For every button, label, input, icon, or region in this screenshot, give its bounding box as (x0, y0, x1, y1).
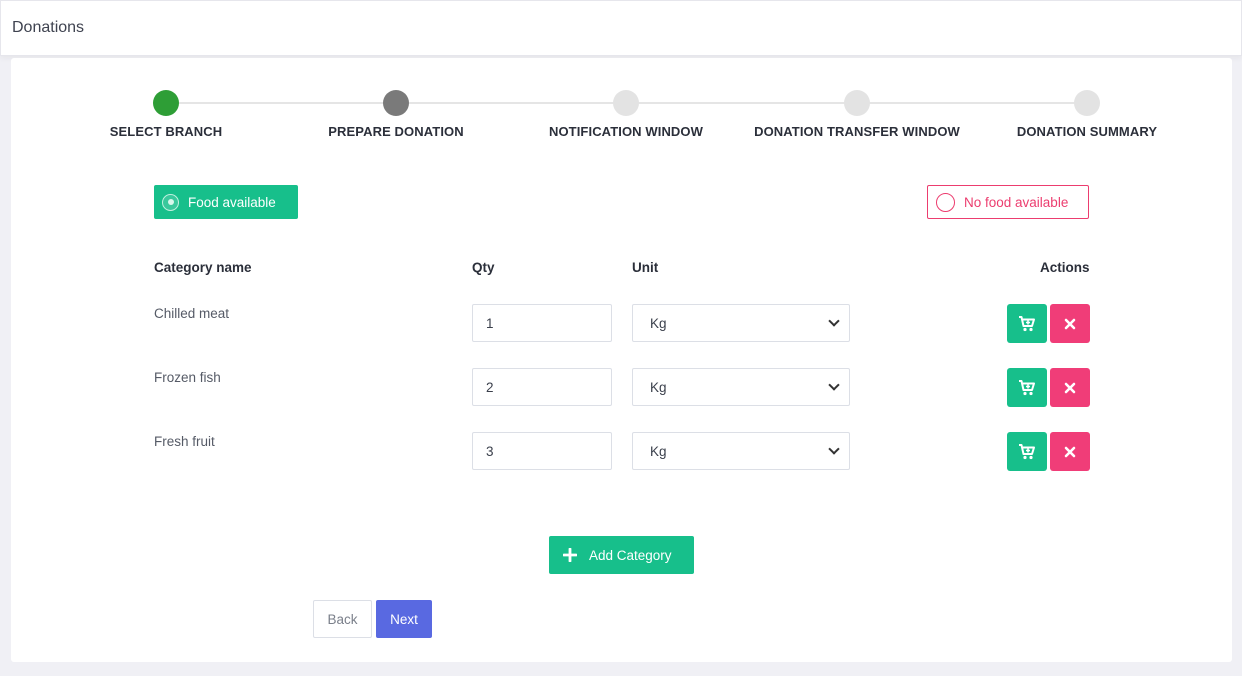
add-category-button[interactable]: Add Category (549, 536, 694, 574)
close-icon (1064, 446, 1076, 457)
step-label: DONATION TRANSFER WINDOW (754, 124, 960, 139)
step-select-branch[interactable]: SELECT BRANCH (46, 90, 286, 139)
qty-input[interactable] (472, 368, 612, 406)
step-label: PREPARE DONATION (328, 124, 464, 139)
close-icon (1064, 382, 1076, 393)
cart-plus-icon (1019, 315, 1035, 331)
unit-select-value: Kg (650, 379, 667, 395)
step-donation-transfer-window[interactable]: DONATION TRANSFER WINDOW (737, 90, 977, 139)
step-dot (153, 90, 179, 116)
page-title: Donations (12, 19, 85, 36)
unit-select[interactable]: Kg (632, 432, 850, 470)
add-category-label: Add Category (589, 547, 672, 563)
qty-input[interactable] (472, 304, 612, 342)
unit-select[interactable]: Kg (632, 304, 850, 342)
remove-row-button[interactable] (1050, 432, 1090, 471)
cart-plus-icon (1019, 379, 1035, 395)
row-category-name: Chilled meat (154, 306, 230, 321)
step-label: SELECT BRANCH (109, 124, 223, 139)
qty-input[interactable] (472, 432, 612, 470)
step-notification-window[interactable]: NOTIFICATION WINDOW (506, 90, 746, 139)
add-to-cart-button[interactable] (1007, 304, 1047, 343)
header-unit: Unit (632, 260, 659, 275)
back-button[interactable]: Back (313, 600, 372, 638)
unit-select-value: Kg (650, 315, 667, 331)
remove-row-button[interactable] (1050, 368, 1090, 407)
step-label: DONATION SUMMARY (1016, 124, 1158, 139)
header-qty: Qty (472, 260, 495, 275)
step-label: NOTIFICATION WINDOW (548, 124, 704, 139)
no-food-available-label: No food available (964, 194, 1069, 210)
close-icon (1064, 318, 1076, 329)
header-category-name: Category name (154, 260, 252, 275)
unit-select[interactable]: Kg (632, 368, 850, 406)
step-dot (1074, 90, 1100, 116)
plus-icon (563, 548, 577, 562)
step-dot (613, 90, 639, 116)
step-dot (383, 90, 409, 116)
unit-select-value: Kg (650, 443, 667, 459)
chevron-down-icon (828, 379, 840, 391)
radio-unchecked-icon (936, 192, 955, 212)
cart-plus-icon (1019, 443, 1035, 459)
chevron-down-icon (828, 443, 840, 455)
row-category-name: Frozen fish (154, 370, 221, 385)
next-button[interactable]: Next (376, 600, 432, 638)
radio-checked-icon (162, 193, 179, 211)
step-dot (844, 90, 870, 116)
donation-card: SELECT BRANCH PREPARE DONATION NOTIFICAT… (11, 58, 1232, 662)
no-food-available-radio[interactable]: No food available (927, 185, 1089, 219)
add-to-cart-button[interactable] (1007, 368, 1047, 407)
remove-row-button[interactable] (1050, 304, 1090, 343)
top-bar: Donations (0, 0, 1242, 56)
row-category-name: Fresh fruit (154, 434, 215, 449)
food-available-label: Food available (188, 194, 276, 210)
header-actions: Actions (1040, 260, 1090, 275)
add-to-cart-button[interactable] (1007, 432, 1047, 471)
chevron-down-icon (828, 315, 840, 327)
food-available-radio[interactable]: Food available (154, 185, 298, 219)
step-donation-summary[interactable]: DONATION SUMMARY (967, 90, 1207, 139)
step-prepare-donation[interactable]: PREPARE DONATION (276, 90, 516, 139)
